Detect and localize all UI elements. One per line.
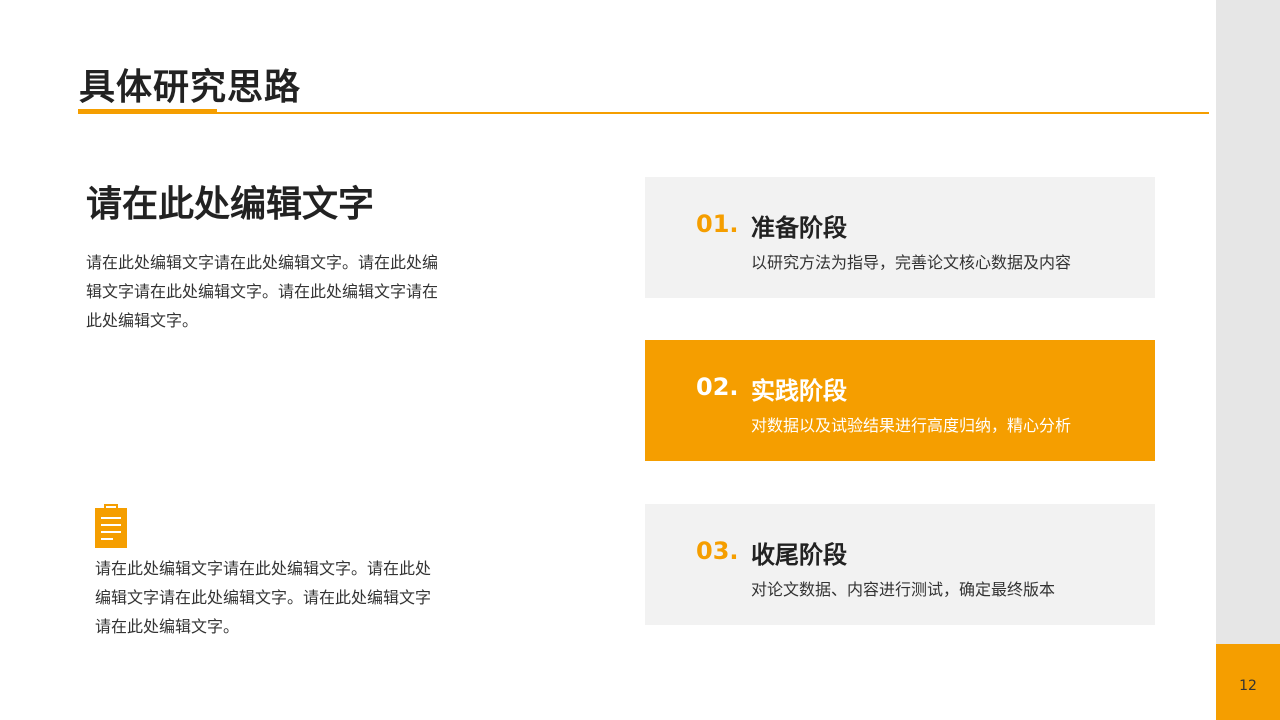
page-number-badge: 12 xyxy=(1216,644,1280,720)
stage-card-3: 03. 收尾阶段 对论文数据、内容进行测试，确定最终版本 xyxy=(645,504,1155,625)
page-number: 12 xyxy=(1239,678,1257,694)
stage-title: 实践阶段 xyxy=(751,377,847,405)
section-paragraph: 请在此处编辑文字请在此处编辑文字。请在此处编辑文字请在此处编辑文字。请在此处编辑… xyxy=(86,253,439,330)
section-heading: 请在此处编辑文字 xyxy=(86,184,375,225)
stage-card-2: 02. 实践阶段 对数据以及试验结果进行高度归纳，精心分析 xyxy=(645,340,1155,461)
stage-title: 收尾阶段 xyxy=(751,541,847,569)
right-sidebar xyxy=(1216,0,1280,720)
stage-card-1: 01. 准备阶段 以研究方法为指导，完善论文核心数据及内容 xyxy=(645,177,1155,298)
stage-description: 以研究方法为指导，完善论文核心数据及内容 xyxy=(751,253,1072,272)
slide-title: 具体研究思路 xyxy=(79,67,302,108)
stage-number: 02. xyxy=(696,373,739,401)
stage-description: 对数据以及试验结果进行高度归纳，精心分析 xyxy=(751,416,1072,435)
stage-description: 对论文数据、内容进行测试，确定最终版本 xyxy=(751,580,1056,599)
note-paragraph: 请在此处编辑文字请在此处编辑文字。请在此处编辑文字请在此处编辑文字。请在此处编辑… xyxy=(95,559,432,636)
title-underline xyxy=(78,112,1209,114)
stage-number: 01. xyxy=(696,210,739,238)
stage-number: 03. xyxy=(696,537,739,565)
stage-title: 准备阶段 xyxy=(751,214,847,242)
title-underline-accent xyxy=(78,109,217,114)
clipboard-icon xyxy=(95,504,127,548)
